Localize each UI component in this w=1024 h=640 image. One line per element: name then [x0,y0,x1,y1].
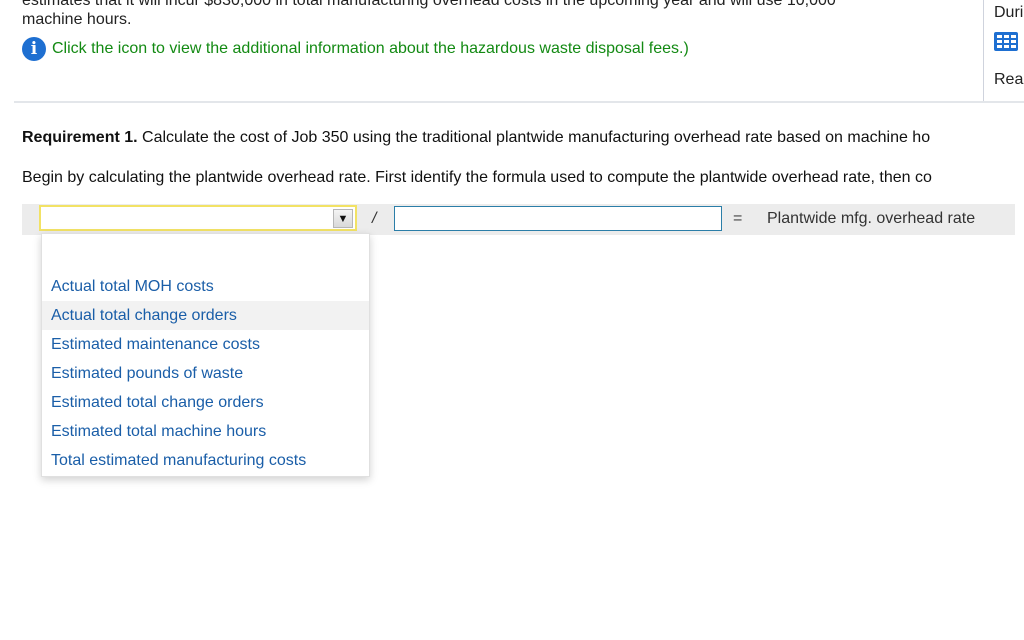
right-panel-text-bottom: Rea [994,71,1024,88]
right-panel: Duri Rea [983,0,1024,102]
numerator-select[interactable]: ▼ [39,205,357,231]
instruction-text: Begin by calculating the plantwide overh… [22,169,932,186]
problem-text-clipped: estimates that it will incur $830,000 in… [22,0,836,9]
equals-sign: = [733,210,743,227]
dropdown-option[interactable]: Total estimated manufacturing costs [42,446,369,475]
denominator-input[interactable] [394,206,722,231]
info-icon[interactable]: i [22,37,46,61]
info-text: Click the icon to view the additional in… [52,40,689,57]
division-operator: / [372,210,377,227]
requirement-label: Requirement 1. [22,129,138,146]
right-panel-text-top: Duri [994,4,1024,21]
section-divider [14,101,1024,103]
requirement-text: Requirement 1. Calculate the cost of Job… [22,129,930,147]
chevron-down-icon[interactable]: ▼ [333,209,353,228]
dropdown-option[interactable]: Estimated total machine hours [42,417,369,446]
dropdown-option[interactable]: Estimated pounds of waste [42,359,369,388]
result-label: Plantwide mfg. overhead rate [767,210,976,227]
table-grid-icon[interactable] [994,32,1018,51]
info-row: i Click the icon to view the additional … [22,37,689,61]
requirement-body: Calculate the cost of Job 350 using the … [137,129,931,146]
problem-text-line: machine hours. [22,11,132,28]
dropdown-option[interactable]: Estimated maintenance costs [42,330,369,359]
dropdown-option[interactable]: Actual total change orders [42,301,369,330]
numerator-dropdown-list: Actual total MOH costs Actual total chan… [41,233,370,477]
formula-row: ▼ / = Plantwide mfg. overhead rate [22,204,1015,235]
dropdown-blank-option[interactable] [42,234,369,272]
dropdown-option[interactable]: Estimated total change orders [42,388,369,417]
dropdown-option[interactable]: Actual total MOH costs [42,272,369,301]
